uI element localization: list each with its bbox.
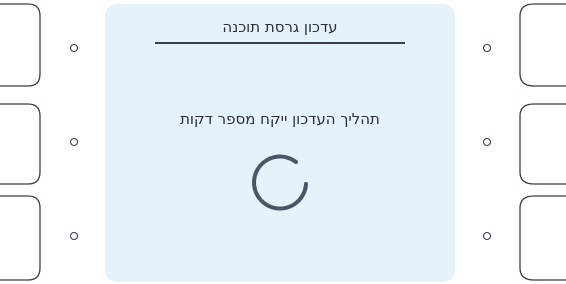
loading-spinner-icon [252, 154, 308, 211]
softkey-left-2[interactable] [0, 103, 41, 185]
softkey-right-2-indicator [482, 137, 492, 147]
softkey-right-1-indicator [482, 43, 492, 53]
update-screen: עדכון גרסת תוכנה תהליך העדכון ייקח מספר … [0, 0, 566, 284]
softkey-right-3[interactable] [519, 195, 566, 281]
softkey-right-1[interactable] [519, 3, 566, 87]
title-divider [155, 42, 405, 44]
softkey-right-3-indicator [482, 231, 492, 241]
softkey-left-1[interactable] [0, 3, 41, 87]
softkey-left-3[interactable] [0, 195, 41, 281]
softkey-right-2[interactable] [519, 103, 566, 185]
softkey-left-1-indicator [69, 43, 79, 53]
softkey-left-2-indicator [69, 137, 79, 147]
update-message: תהליך העדכון ייקח מספר דקות [180, 110, 380, 128]
softkey-left-3-indicator [69, 231, 79, 241]
dialog-title: עדכון גרסת תוכנה [222, 18, 338, 36]
update-dialog-panel [105, 4, 455, 282]
